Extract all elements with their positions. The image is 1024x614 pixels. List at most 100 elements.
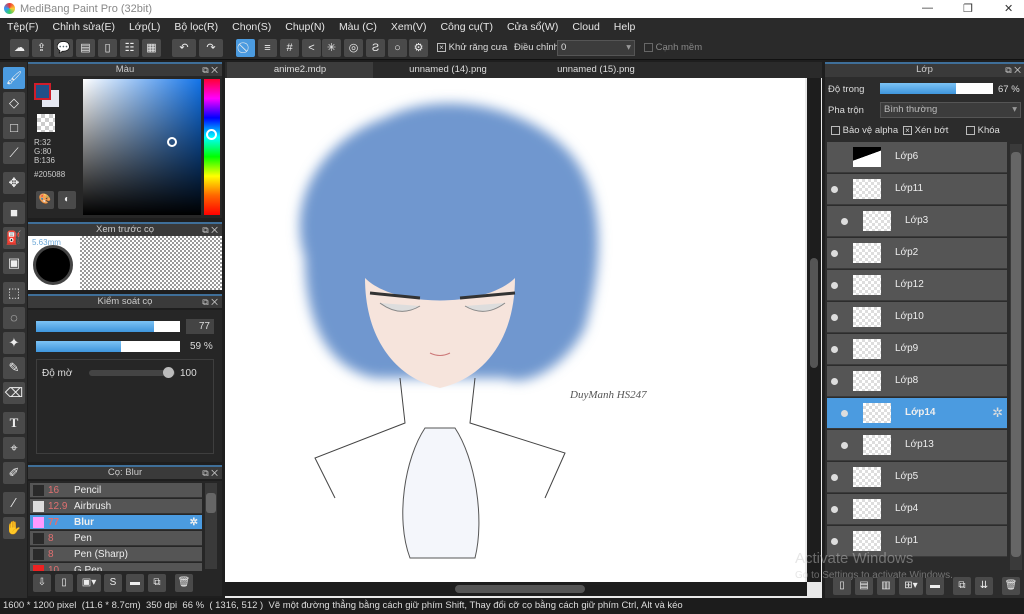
horizontal-scrollbar[interactable] — [225, 582, 807, 596]
visibility-icon[interactable] — [831, 378, 838, 385]
menu-item[interactable]: Tệp(F) — [7, 21, 39, 33]
visibility-icon[interactable] — [831, 538, 838, 545]
layer-row[interactable]: Lớp5 — [827, 462, 1007, 493]
soft-edge-checkbox[interactable]: Cạnh mềm — [644, 42, 702, 53]
brush-item[interactable]: 77 Blur ✲ — [30, 515, 202, 530]
new-layer-icon[interactable]: ▯ — [833, 577, 851, 595]
layer-row[interactable]: Lớp8 — [827, 366, 1007, 397]
cloud-icon[interactable]: ☁ — [10, 39, 29, 57]
adjust-select[interactable]: 0 ▾ — [557, 40, 635, 56]
add-layer-dropdown-icon[interactable]: ⊞▾ — [899, 577, 923, 595]
merge-layer-icon[interactable]: ⇊ — [975, 577, 993, 595]
layer-list-scrollbar[interactable] — [1010, 144, 1022, 570]
divide-tool-icon[interactable]: ✐ — [3, 462, 25, 484]
brush-item[interactable]: 10 G Pen — [30, 563, 202, 571]
text-tool-icon[interactable]: T — [3, 412, 25, 434]
color-picker-handle[interactable] — [167, 137, 177, 147]
duplicate-layer-icon[interactable]: ⧉ — [953, 577, 971, 595]
brush-size-slider[interactable] — [36, 321, 180, 332]
brush-script-icon[interactable]: S — [104, 574, 122, 592]
clip-checkbox[interactable]: × Xén bớt — [903, 125, 948, 136]
perspective-snap-icon[interactable]: < — [302, 39, 321, 57]
visibility-icon[interactable] — [831, 250, 838, 257]
gradient-tool-icon[interactable]: ▣ — [3, 252, 25, 274]
parallel-snap-icon[interactable]: ≡ — [258, 39, 277, 57]
visibility-icon[interactable] — [831, 314, 838, 321]
page-list-icon[interactable]: ☷ — [120, 39, 139, 57]
redo-icon[interactable]: ↷ — [199, 39, 223, 57]
layer-row[interactable]: Lớp14 ✲ — [827, 398, 1007, 429]
brush-tool-icon[interactable]: 🖌 — [3, 67, 25, 89]
visibility-icon[interactable] — [841, 218, 848, 225]
vertical-scrollbar[interactable] — [807, 78, 821, 582]
delete-layer-icon[interactable]: 🗑 — [1002, 577, 1020, 595]
magic-wand-tool-icon[interactable]: ✦ — [3, 332, 25, 354]
visibility-icon[interactable] — [831, 506, 838, 513]
radial-snap-icon[interactable]: ✳ — [322, 39, 341, 57]
concentric-snap-icon[interactable]: ◎ — [344, 39, 363, 57]
visibility-icon[interactable] — [831, 474, 838, 481]
menu-item[interactable]: Cloud — [572, 21, 599, 33]
layer-folder-icon[interactable]: ▬ — [926, 577, 944, 595]
menu-item[interactable]: Chụp(N) — [285, 21, 325, 33]
drawing-canvas[interactable]: DuyManh HS247 — [225, 78, 805, 582]
line-tool-icon[interactable]: ⟋ — [3, 142, 25, 164]
transparent-swatch[interactable] — [37, 114, 55, 132]
message-icon[interactable]: ▤ — [76, 39, 95, 57]
menu-item[interactable]: Cửa sổ(W) — [507, 21, 558, 33]
lock-checkbox[interactable]: Khóa — [966, 125, 1000, 136]
brush-item[interactable]: 12.9 Airbrush — [30, 499, 202, 514]
fill-rect-tool-icon[interactable]: ■ — [3, 202, 25, 224]
page-settings-icon[interactable]: ▦ — [142, 39, 161, 57]
layer-row[interactable]: Lớp11 — [827, 174, 1007, 205]
add-brush-dropdown-icon[interactable]: ▣▾ — [77, 574, 101, 592]
panel-popout-close-icons[interactable]: ⧉ ✕ — [202, 64, 218, 76]
lasso-tool-icon[interactable]: ◌ — [3, 307, 25, 329]
brush-size-value[interactable]: 77 — [186, 319, 214, 334]
eyedropper-tool-icon[interactable]: ⁄ — [3, 492, 25, 514]
gear-icon[interactable]: ✲ — [992, 405, 1003, 421]
antialias-checkbox[interactable]: × Khử răng cưa — [437, 42, 507, 53]
layer-opacity-slider[interactable] — [880, 83, 993, 94]
blur-slider-handle[interactable] — [163, 367, 174, 378]
palette-settings-icon[interactable]: ◐ — [58, 191, 76, 209]
undo-icon[interactable]: ↶ — [172, 39, 196, 57]
panel-popout-close-icons[interactable]: ⧉ ✕ — [202, 467, 218, 479]
menu-item[interactable]: Bộ lọc(R) — [174, 21, 218, 33]
protect-alpha-checkbox[interactable]: Bảo vệ alpha — [831, 125, 898, 136]
layer-row[interactable]: Lớp6 — [827, 142, 1007, 173]
layer-row[interactable]: Lớp12 — [827, 270, 1007, 301]
saturation-value-picker[interactable] — [83, 79, 201, 215]
grid-snap-icon[interactable]: # — [280, 39, 299, 57]
layer-row[interactable]: Lớp9 — [827, 334, 1007, 365]
select-pen-tool-icon[interactable]: ✎ — [3, 357, 25, 379]
new-8bit-layer-icon[interactable]: ▥ — [877, 577, 895, 595]
brush-item[interactable]: 16 Pencil — [30, 483, 202, 498]
visibility-icon[interactable] — [841, 410, 848, 417]
visibility-icon[interactable] — [831, 282, 838, 289]
maximize-button[interactable]: ❐ — [963, 2, 973, 15]
layer-row[interactable]: Lớp3 — [827, 206, 1007, 237]
primary-color-swatch[interactable] — [34, 83, 51, 100]
menu-item[interactable]: Chọn(S) — [232, 21, 271, 33]
document-tab[interactable]: anime2.mdp — [227, 62, 373, 78]
circle-snap-icon[interactable]: ○ — [388, 39, 407, 57]
brush-folder-icon[interactable]: ▬ — [126, 574, 144, 592]
palette-icon[interactable]: 🎨 — [36, 191, 54, 209]
menu-item[interactable]: Help — [614, 21, 636, 33]
panel-popout-close-icons[interactable]: ⧉ ✕ — [1005, 64, 1021, 76]
rectangle-tool-icon[interactable]: □ — [3, 117, 25, 139]
hand-tool-icon[interactable]: ✋ — [3, 517, 25, 539]
layer-row[interactable]: Lớp2 — [827, 238, 1007, 269]
bucket-tool-icon[interactable]: ⛽ — [3, 227, 25, 249]
layer-row[interactable]: Lớp4 — [827, 494, 1007, 525]
brush-item[interactable]: 8 Pen — [30, 531, 202, 546]
new-halftone-layer-icon[interactable]: ▤ — [855, 577, 873, 595]
menu-item[interactable]: Màu (C) — [339, 21, 377, 33]
hue-handle[interactable] — [206, 129, 217, 140]
document-tab[interactable]: unnamed (15).png — [523, 62, 669, 78]
snap-off-icon[interactable]: ⃠ — [236, 39, 255, 57]
duplicate-brush-icon[interactable]: ⧉ — [148, 574, 166, 592]
panel-popout-close-icons[interactable]: ⧉ ✕ — [202, 224, 218, 236]
brush-list-scrollbar[interactable] — [205, 483, 217, 569]
